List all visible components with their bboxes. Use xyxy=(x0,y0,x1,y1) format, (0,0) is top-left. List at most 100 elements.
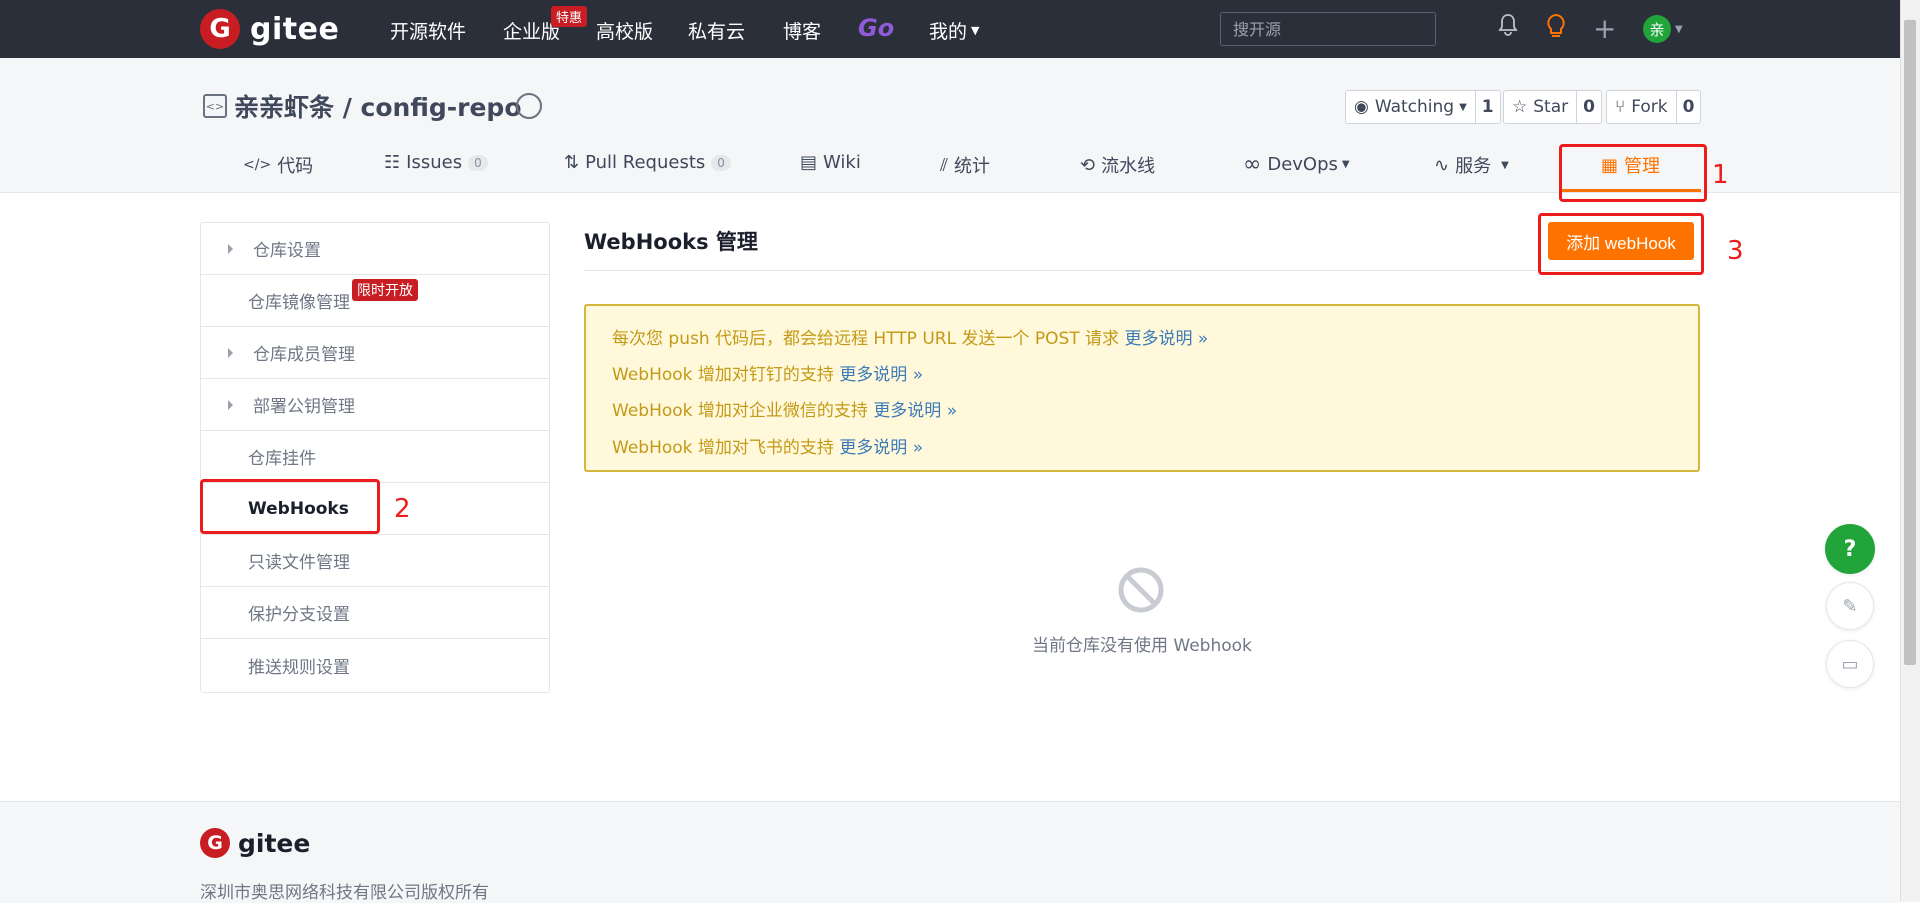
fork-label: Fork xyxy=(1631,97,1668,117)
issues-count: 0 xyxy=(468,154,488,171)
tab-services-label: 服务 xyxy=(1455,156,1492,177)
nav-education[interactable]: 高校版 xyxy=(596,17,653,44)
sidebar-item-label: 只读文件管理 xyxy=(248,553,350,573)
user-avatar-menu[interactable]: 亲 ▼ xyxy=(1643,15,1683,43)
scrollbar-thumb[interactable] xyxy=(1904,20,1916,665)
notice-line: 每次您 push 代码后，都会给远程 HTTP URL 发送一个 POST 请求… xyxy=(612,324,1208,349)
tab-wiki-label: Wiki xyxy=(823,152,861,173)
sidebar-item-push-rules[interactable]: 推送规则设置 xyxy=(201,639,549,691)
gitee-logo[interactable]: G gitee xyxy=(200,9,339,49)
fork-icon: ⑂ xyxy=(1615,97,1626,117)
bell-icon[interactable] xyxy=(1497,13,1519,43)
plus-icon[interactable]: + xyxy=(1593,12,1616,45)
tab-issues-label: Issues xyxy=(406,152,463,173)
limited-badge: 限时开放 xyxy=(352,279,418,301)
nav-go[interactable]: Go xyxy=(858,14,894,42)
tab-wiki[interactable]: ▤ Wiki xyxy=(800,152,861,173)
chat-icon[interactable]: ▭ xyxy=(1826,640,1874,688)
sidebar-item-label: 仓库挂件 xyxy=(248,449,316,469)
annotation-box-add-webhook xyxy=(1538,213,1704,275)
watch-count[interactable]: 1 xyxy=(1474,91,1500,123)
more-info-link[interactable]: 更多说明 » xyxy=(1124,329,1208,349)
eye-icon: ◉ xyxy=(1354,97,1369,117)
tab-services[interactable]: ∿ 服务 ▼ xyxy=(1434,152,1509,178)
pull-request-icon: ⇅ xyxy=(564,152,580,173)
empty-state-text: 当前仓库没有使用 Webhook xyxy=(1032,636,1252,656)
sidebar-item-repo-settings[interactable]: 仓库设置 xyxy=(201,223,549,275)
nav-mine[interactable]: 我的 ▼ xyxy=(929,17,979,44)
sidebar-item-deploy-keys[interactable]: 部署公钥管理 xyxy=(201,379,549,431)
gitee-logo-icon: G xyxy=(200,9,240,49)
chevron-down-icon: ▼ xyxy=(971,24,980,37)
star-button[interactable]: ☆ Star 0 xyxy=(1503,90,1602,124)
sidebar-item-protected-branches[interactable]: 保护分支设置 xyxy=(201,587,549,639)
notice-line: WebHook 增加对钉钉的支持 更多说明 » xyxy=(612,360,923,385)
sidebar-item-label: 仓库成员管理 xyxy=(253,345,355,365)
chevron-down-icon: ▼ xyxy=(1459,101,1467,113)
tab-stats-label: 统计 xyxy=(954,156,991,177)
tab-pipeline-label: 流水线 xyxy=(1101,156,1156,177)
notice-line: WebHook 增加对飞书的支持 更多说明 » xyxy=(612,433,923,458)
annotation-box-manage xyxy=(1559,144,1707,202)
chevron-down-icon: ▼ xyxy=(1501,159,1509,171)
sidebar-item-label: 部署公钥管理 xyxy=(253,397,355,417)
page-title: WebHooks 管理 xyxy=(584,230,758,254)
annotation-box-webhooks xyxy=(200,479,380,534)
code-icon: </> xyxy=(243,157,272,173)
chevron-down-icon: ▼ xyxy=(1341,159,1350,170)
sidebar-item-members[interactable]: 仓库成员管理 xyxy=(201,327,549,379)
nav-open-source[interactable]: 开源软件 xyxy=(390,17,466,44)
hot-badge: 特惠 xyxy=(551,6,588,27)
caret-right-icon xyxy=(228,243,233,254)
feedback-edit-icon[interactable]: ✎ xyxy=(1826,582,1874,630)
star-label: Star xyxy=(1533,97,1569,117)
sidebar-item-label: 仓库设置 xyxy=(253,241,321,261)
pull-requests-count: 0 xyxy=(711,154,731,171)
star-count[interactable]: 0 xyxy=(1576,91,1601,123)
footer-copyright: 深圳市奥思网络科技有限公司版权所有 xyxy=(200,883,489,903)
pipeline-icon: ⟲ xyxy=(1080,154,1096,176)
search-input[interactable] xyxy=(1231,21,1425,41)
sidebar-item-widgets[interactable]: 仓库挂件 xyxy=(201,431,549,483)
gitee-logo-text: gitee xyxy=(250,11,340,47)
fork-button[interactable]: ⑂ Fork 0 xyxy=(1606,90,1702,124)
tab-devops-label: DevOps xyxy=(1267,154,1338,175)
no-entry-icon xyxy=(1117,566,1165,614)
tab-code[interactable]: </> 代码 xyxy=(243,152,313,178)
sidebar-item-readonly-files[interactable]: 只读文件管理 xyxy=(201,535,549,587)
nav-blog[interactable]: 博客 xyxy=(783,17,821,44)
more-info-link[interactable]: 更多说明 » xyxy=(839,438,923,458)
more-info-link[interactable]: 更多说明 » xyxy=(839,365,923,385)
tab-issues[interactable]: ☷ Issues 0 xyxy=(384,152,488,173)
caret-right-icon xyxy=(228,347,233,358)
footer-logo-text: gitee xyxy=(238,828,311,858)
tab-pipeline[interactable]: ⟲ 流水线 xyxy=(1080,152,1155,178)
annotation-number: 1 xyxy=(1712,160,1729,190)
tab-devops[interactable]: ∞ DevOps ▼ xyxy=(1243,152,1350,177)
notice-text: WebHook 增加对飞书的支持 xyxy=(612,438,834,458)
watch-button[interactable]: ◉ Watching ▼ 1 xyxy=(1345,90,1501,124)
repo-title[interactable]: 亲亲虾条 / config-repo xyxy=(234,88,522,124)
more-info-link[interactable]: 更多说明 » xyxy=(873,401,957,421)
caret-right-icon xyxy=(228,399,233,410)
top-navbar: G gitee 开源软件 企业版 特惠 高校版 私有云 博客 Go 我的 ▼ +… xyxy=(0,0,1900,58)
help-button[interactable]: ? xyxy=(1825,524,1875,574)
footer-logo[interactable]: G gitee xyxy=(200,828,310,858)
nav-private-cloud[interactable]: 私有云 xyxy=(688,17,745,44)
repo-code-icon: <> xyxy=(203,94,227,118)
lightbulb-icon[interactable] xyxy=(1545,13,1567,45)
medal-icon[interactable] xyxy=(516,93,542,119)
watch-label: Watching xyxy=(1374,97,1455,117)
fork-count[interactable]: 0 xyxy=(1675,91,1701,123)
annotation-number: 3 xyxy=(1727,236,1744,266)
tab-pull-requests[interactable]: ⇅ Pull Requests 0 xyxy=(564,152,731,173)
webhook-notice: 每次您 push 代码后，都会给远程 HTTP URL 发送一个 POST 请求… xyxy=(584,304,1700,472)
tab-stats[interactable]: ⫽ 统计 xyxy=(940,152,990,178)
avatar: 亲 xyxy=(1643,15,1671,43)
nav-mine-label: 我的 xyxy=(929,21,968,43)
search-box[interactable] xyxy=(1220,12,1436,46)
issues-icon: ☷ xyxy=(384,152,401,173)
notice-text: WebHook 增加对企业微信的支持 xyxy=(612,401,868,421)
tab-pull-requests-label: Pull Requests xyxy=(585,152,706,173)
notice-text: 每次您 push 代码后，都会给远程 HTTP URL 发送一个 POST 请求 xyxy=(612,329,1120,349)
